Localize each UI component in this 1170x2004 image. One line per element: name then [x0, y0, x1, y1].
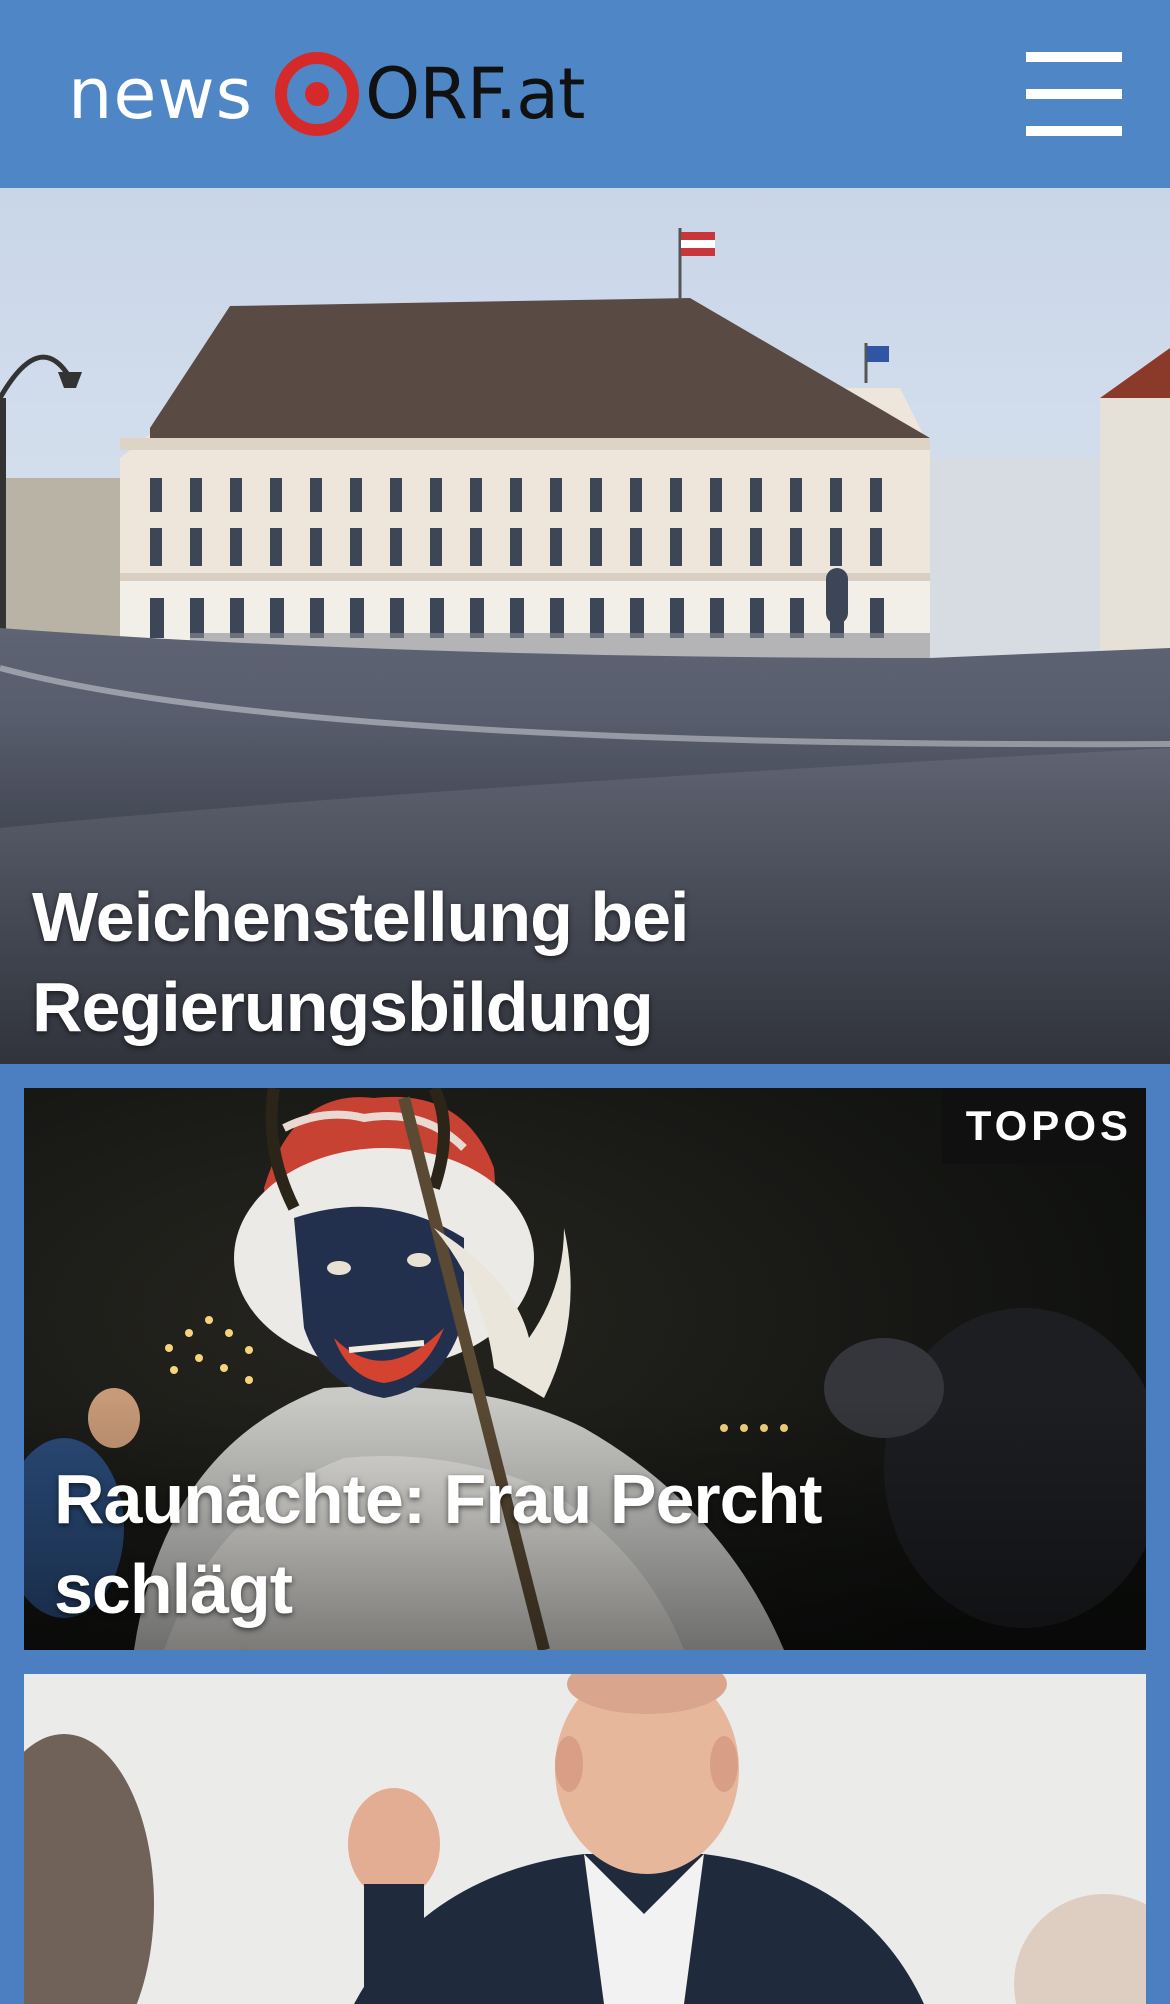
- politician-photo: [24, 1674, 1146, 2004]
- hamburger-menu-icon[interactable]: [1026, 52, 1122, 136]
- story-card-raunaechte[interactable]: TOPOS Raunächte: Frau Percht schlägt zur…: [24, 1088, 1146, 1650]
- logo-orf-text: ORF.at: [365, 53, 585, 135]
- logo-news-text: news: [68, 53, 254, 135]
- headline-line-2: Regierungsbildung: [32, 968, 654, 1046]
- category-badge-topos: TOPOS: [941, 1088, 1146, 1164]
- story-card-regierungsbildung[interactable]: Weichenstellung bei Regierungsbildung: [0, 188, 1170, 1064]
- app-header: news ORF.at: [0, 0, 1170, 188]
- headline-line-1: Raunächte: Frau Percht schlägt: [54, 1460, 823, 1628]
- news-orf-logo[interactable]: news ORF.at: [68, 48, 586, 140]
- headline-line-2: zurück: [54, 1634, 1054, 1650]
- headline-line-1: Weichenstellung bei: [32, 878, 690, 956]
- story-card-scholz[interactable]: [24, 1674, 1146, 2004]
- orf-ring-icon: [275, 52, 360, 136]
- story-headline[interactable]: Weichenstellung bei Regierungsbildung: [32, 872, 1032, 1052]
- story-headline[interactable]: Raunächte: Frau Percht schlägt zurück: [54, 1454, 1054, 1650]
